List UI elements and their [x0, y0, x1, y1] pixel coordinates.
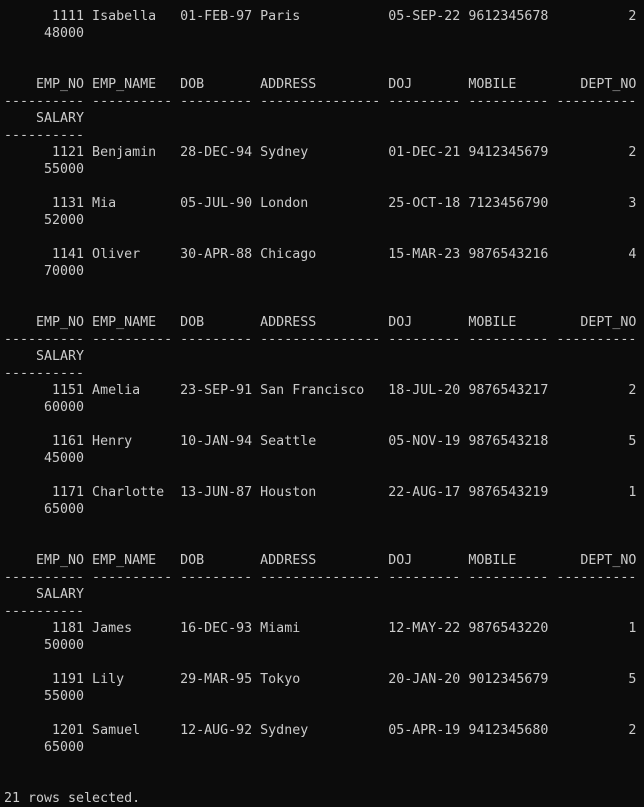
table-row: 1171 Charlotte 13-JUN-87 Houston 22-AUG-…	[4, 485, 637, 500]
salary-value: 55000	[4, 162, 85, 177]
table-row: 1121 Benjamin 28-DEC-94 Sydney 01-DEC-21…	[4, 145, 637, 160]
salary-value: 70000	[4, 264, 85, 279]
status-message: 21 rows selected.	[4, 791, 141, 806]
table-row: 1151 Amelia 23-SEP-91 San Francisco 18-J…	[4, 383, 637, 398]
table-row: 1161 Henry 10-JAN-94 Seattle 05-NOV-19 9…	[4, 434, 637, 449]
header-separator-salary: ----------	[4, 366, 85, 381]
salary-value: 65000	[4, 502, 85, 517]
salary-value: 60000	[4, 400, 85, 415]
column-header-salary: SALARY	[4, 111, 85, 126]
salary-value: 48000	[4, 26, 85, 41]
header-separator-salary: ----------	[4, 128, 85, 143]
salary-value: 52000	[4, 213, 85, 228]
column-header-salary: SALARY	[4, 587, 85, 602]
table-row: 1191 Lily 29-MAR-95 Tokyo 20-JAN-20 9012…	[4, 672, 637, 687]
salary-value: 45000	[4, 451, 85, 466]
terminal-window[interactable]: 1111 Isabella 01-FEB-97 Paris 05-SEP-22 …	[0, 0, 644, 807]
column-header: EMP_NO EMP_NAME DOB ADDRESS DOJ MOBILE D…	[4, 77, 637, 92]
table-row: 1181 James 16-DEC-93 Miami 12-MAY-22 987…	[4, 621, 637, 636]
salary-value: 65000	[4, 740, 85, 755]
column-header-salary: SALARY	[4, 349, 85, 364]
salary-value: 55000	[4, 689, 85, 704]
header-separator-salary: ----------	[4, 604, 85, 619]
column-header: EMP_NO EMP_NAME DOB ADDRESS DOJ MOBILE D…	[4, 315, 637, 330]
header-separator: ---------- ---------- --------- --------…	[4, 94, 637, 109]
column-header: EMP_NO EMP_NAME DOB ADDRESS DOJ MOBILE D…	[4, 553, 637, 568]
header-separator: ---------- ---------- --------- --------…	[4, 332, 637, 347]
table-row: 1131 Mia 05-JUL-90 London 25-OCT-18 7123…	[4, 196, 637, 211]
header-separator: ---------- ---------- --------- --------…	[4, 570, 637, 585]
table-row: 1111 Isabella 01-FEB-97 Paris 05-SEP-22 …	[4, 9, 637, 24]
table-row: 1141 Oliver 30-APR-88 Chicago 15-MAR-23 …	[4, 247, 637, 262]
table-row: 1201 Samuel 12-AUG-92 Sydney 05-APR-19 9…	[4, 723, 637, 738]
salary-value: 50000	[4, 638, 85, 653]
